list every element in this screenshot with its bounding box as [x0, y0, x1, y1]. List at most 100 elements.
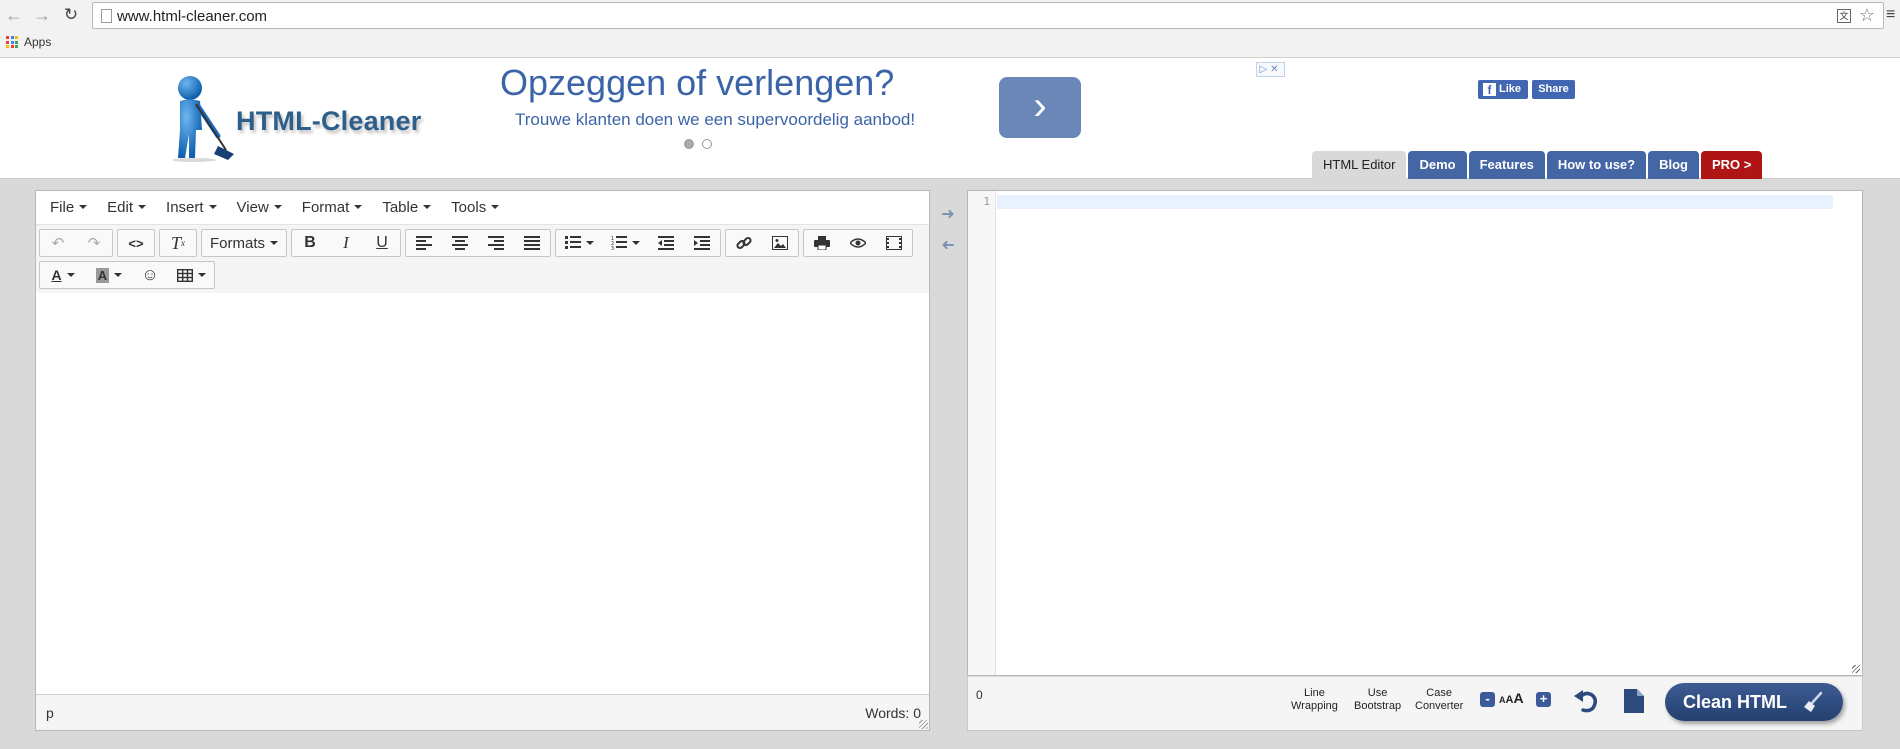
undo-icon[interactable]: ↶	[40, 230, 76, 256]
ad-next-button[interactable]: ›	[999, 77, 1081, 138]
clean-html-label: Clean HTML	[1683, 692, 1788, 712]
toolbar-row-1: ↶ ↷ <> Tx Formats B I U 1 2 3	[39, 227, 926, 259]
image-icon[interactable]	[762, 230, 798, 256]
tab-blog[interactable]: Blog	[1648, 151, 1699, 179]
adchoices-icon[interactable]: ▷✕	[1256, 62, 1285, 77]
line-wrapping-label-2: Wrapping	[1291, 700, 1338, 712]
apps-bookmark[interactable]: Apps	[24, 35, 51, 49]
resize-handle-icon[interactable]	[919, 720, 928, 729]
emoticon-icon[interactable]: ☺	[132, 262, 168, 288]
bullet-list-icon[interactable]	[556, 230, 602, 256]
menu-view-label: View	[236, 199, 269, 216]
source-code-icon[interactable]: <>	[118, 230, 154, 256]
menu-table[interactable]: Table	[372, 199, 441, 216]
redo-icon[interactable]: ↷	[76, 230, 112, 256]
menu-format[interactable]: Format	[292, 199, 373, 216]
mascot-icon	[172, 76, 234, 162]
facebook-icon: f	[1483, 83, 1496, 97]
chevron-down-icon	[585, 241, 594, 245]
editor-toolbar: ↶ ↷ <> Tx Formats B I U 1 2 3 A A ☺	[36, 225, 929, 294]
underline-icon[interactable]: U	[364, 230, 400, 256]
tab-features[interactable]: Features	[1468, 151, 1545, 179]
menu-tools[interactable]: Tools	[441, 199, 509, 216]
translate-icon[interactable]: 文	[1837, 9, 1851, 23]
tab-pro[interactable]: PRO >	[1700, 151, 1763, 179]
chevron-down-icon	[79, 205, 88, 209]
chevron-down-icon	[354, 205, 363, 209]
formats-label: Formats	[210, 234, 266, 252]
back-icon[interactable]: ←	[4, 5, 24, 25]
menu-insert[interactable]: Insert	[156, 199, 227, 216]
editor-statusbar: p Words: 0	[36, 694, 929, 730]
page-icon	[101, 9, 112, 23]
reload-icon[interactable]: ↻	[61, 5, 81, 25]
line-number: 1	[983, 195, 990, 208]
numbered-list-icon[interactable]: 123	[602, 230, 648, 256]
italic-icon[interactable]: I	[328, 230, 364, 256]
color-group: A A ☺	[39, 261, 215, 289]
align-center-icon[interactable]	[442, 230, 478, 256]
preview-eye-icon[interactable]	[840, 230, 876, 256]
editor-content-area[interactable]	[36, 293, 929, 696]
menu-view[interactable]: View	[227, 199, 292, 216]
ad-subline[interactable]: Trouwe klanten doen we een supervoordeli…	[515, 110, 915, 130]
address-bar[interactable]: www.html-cleaner.com 文 ☆	[92, 2, 1884, 29]
tab-demo[interactable]: Demo	[1408, 151, 1467, 179]
align-justify-icon[interactable]	[514, 230, 550, 256]
formats-dropdown[interactable]: Formats	[202, 230, 286, 256]
arrow-left-icon[interactable]: ➜	[937, 237, 959, 254]
tools-group	[803, 229, 914, 257]
site-logo[interactable]: HTML-Cleaner	[166, 66, 426, 166]
arrow-right-icon[interactable]: ➜	[937, 207, 959, 223]
use-bootstrap-label-2: Bootstrap	[1354, 700, 1402, 712]
link-icon[interactable]	[726, 230, 762, 256]
clean-html-button[interactable]: Clean HTML	[1665, 683, 1843, 721]
apps-grid-icon[interactable]	[6, 36, 18, 48]
menu-file[interactable]: File	[40, 199, 97, 216]
font-size-decrease-button[interactable]: -	[1480, 692, 1495, 707]
background-color-icon[interactable]: A	[86, 262, 132, 288]
align-right-icon[interactable]	[478, 230, 514, 256]
font-size-increase-button[interactable]: +	[1536, 692, 1551, 707]
table-icon[interactable]	[168, 262, 214, 288]
line-wrapping-toggle[interactable]: Line Wrapping	[1291, 687, 1338, 713]
menu-tools-label: Tools	[451, 199, 487, 216]
ad-carousel-dots[interactable]	[684, 137, 720, 152]
bold-icon[interactable]: B	[292, 230, 328, 256]
char-count: 0	[976, 688, 983, 702]
site-header: HTML-Cleaner Opzeggen of verlengen? Trou…	[0, 58, 1900, 179]
wysiwyg-editor: File Edit Insert View Format Table Tools…	[35, 190, 930, 731]
indent-icon[interactable]	[684, 230, 720, 256]
list-group: 123	[555, 229, 722, 257]
new-document-icon[interactable]	[1622, 687, 1646, 715]
carousel-dot-2[interactable]	[702, 139, 712, 149]
chevron-down-icon	[491, 205, 500, 209]
undo-icon[interactable]	[1572, 687, 1600, 715]
carousel-dot-1[interactable]	[684, 139, 694, 149]
code-editor-footer: 0 Line Wrapping Use Bootstrap Case Conve…	[967, 677, 1863, 731]
outdent-icon[interactable]	[648, 230, 684, 256]
print-icon[interactable]	[804, 230, 840, 256]
facebook-share-button[interactable]: Share	[1532, 80, 1575, 99]
media-icon[interactable]	[876, 230, 912, 256]
facebook-like-button[interactable]: f Like	[1478, 80, 1528, 99]
bookmark-star-icon[interactable]: ☆	[1859, 5, 1875, 26]
chrome-menu-icon[interactable]: ≡	[1886, 7, 1896, 23]
chevron-down-icon	[423, 205, 432, 209]
clear-formatting-icon[interactable]: Tx	[160, 230, 196, 256]
url-text[interactable]: www.html-cleaner.com	[117, 8, 267, 25]
resize-handle-icon[interactable]	[1852, 665, 1860, 673]
use-bootstrap-toggle[interactable]: Use Bootstrap	[1354, 687, 1401, 713]
browser-chrome: ← → ↻ www.html-cleaner.com 文 ☆ ≡ Apps	[0, 0, 1900, 58]
text-color-icon[interactable]: A	[40, 262, 86, 288]
font-size-indicator: AAA	[1499, 690, 1524, 706]
forward-icon[interactable]: →	[32, 5, 52, 25]
tab-how-to-use[interactable]: How to use?	[1546, 151, 1647, 179]
active-line-highlight[interactable]	[997, 195, 1833, 209]
tab-html-editor[interactable]: HTML Editor	[1312, 151, 1407, 179]
align-left-icon[interactable]	[406, 230, 442, 256]
case-converter-toggle[interactable]: Case Converter	[1415, 687, 1463, 713]
menu-edit[interactable]: Edit	[97, 199, 156, 216]
ad-headline[interactable]: Opzeggen of verlengen?	[500, 62, 894, 104]
element-path[interactable]: p	[46, 705, 54, 721]
